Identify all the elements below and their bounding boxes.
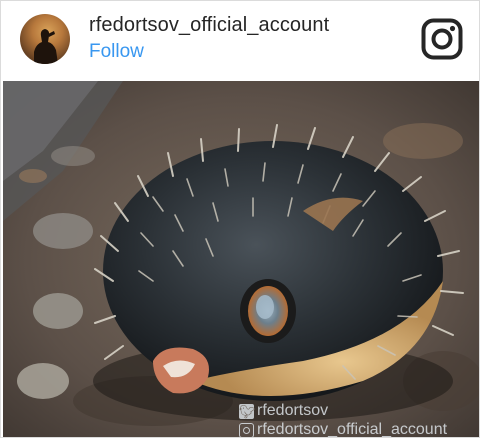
username[interactable]: rfedortsov_official_account	[89, 14, 329, 37]
pufferfish-image	[3, 81, 479, 437]
avatar[interactable]	[20, 14, 70, 64]
watermark-twitter: 🐦︎ rfedortsov	[239, 402, 479, 420]
instagram-icon[interactable]	[421, 18, 463, 60]
watermark-twitter-handle: rfedortsov	[257, 402, 329, 419]
post-photo[interactable]	[3, 81, 479, 437]
instagram-icon	[239, 422, 254, 437]
watermark-instagram-handle: rfedortsov_official_account	[257, 421, 448, 438]
watermark-instagram: rfedortsov_official_account	[239, 421, 479, 438]
post-header: rfedortsov_official_account Follow	[1, 1, 479, 81]
instagram-embed: rfedortsov_official_account Follow 🐦︎ rf…	[0, 0, 480, 438]
follow-button[interactable]: Follow	[89, 41, 144, 63]
twitter-icon: 🐦︎	[239, 403, 256, 419]
